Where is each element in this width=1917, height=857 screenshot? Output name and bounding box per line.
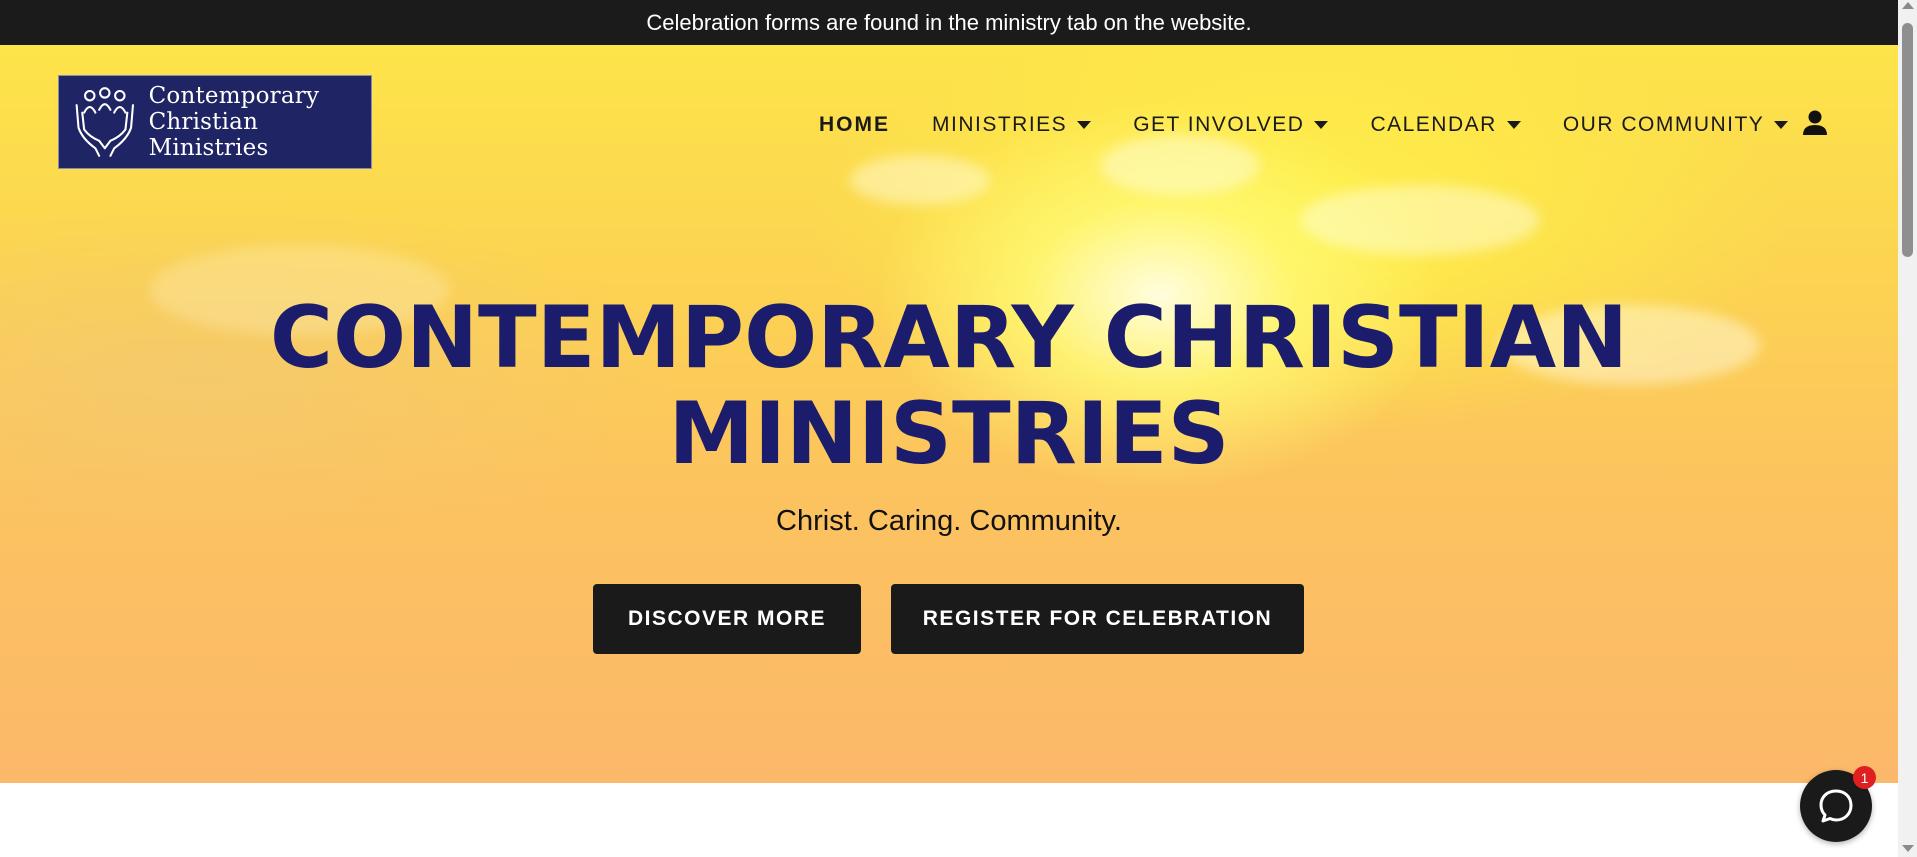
hero-cloud xyxy=(1100,135,1260,195)
hero-cloud xyxy=(850,155,990,205)
announcement-bar: Celebration forms are found in the minis… xyxy=(0,0,1898,45)
logo-text: Contemporary Christian Ministries xyxy=(149,83,371,161)
nav-item-calendar[interactable]: CALENDAR xyxy=(1370,113,1521,137)
nav-label: HOME xyxy=(819,113,890,136)
caret-down-icon xyxy=(1506,121,1521,129)
hero-title-line-1: CONTEMPORARY CHRISTIAN xyxy=(269,288,1629,388)
logo-line-1: Contemporary xyxy=(148,83,320,109)
chat-notification-badge: 1 xyxy=(1853,766,1876,789)
announcement-text: Celebration forms are found in the minis… xyxy=(646,9,1252,35)
hero-tagline: Christ. Caring. Community. xyxy=(776,505,1122,537)
nav-item-get-involved[interactable]: GET INVOLVED xyxy=(1133,113,1329,137)
scroll-down-arrow-icon[interactable] xyxy=(1902,845,1914,852)
site-logo[interactable]: Contemporary Christian Ministries xyxy=(58,75,372,169)
nav-item-our-community[interactable]: OUR COMMUNITY xyxy=(1563,113,1789,137)
scrollbar-thumb[interactable] xyxy=(1902,23,1913,257)
hero-cloud xyxy=(1300,185,1540,255)
nav-label: OUR COMMUNITY xyxy=(1562,113,1765,136)
nav-item-ministries[interactable]: MINISTRIES xyxy=(932,113,1092,137)
caret-down-icon xyxy=(1077,121,1092,129)
caret-down-icon xyxy=(1774,121,1789,129)
chat-bubble-icon xyxy=(1819,789,1853,823)
scroll-up-arrow-icon[interactable] xyxy=(1902,2,1914,9)
vertical-scrollbar[interactable] xyxy=(1898,0,1917,857)
discover-more-button[interactable]: DISCOVER MORE xyxy=(593,584,861,654)
content-section xyxy=(0,783,1898,857)
nav-item-home[interactable]: HOME xyxy=(819,113,890,137)
praying-hands-people-icon xyxy=(75,87,134,157)
logo-line-2: Christian Ministries xyxy=(148,109,269,161)
main-nav: HOME MINISTRIES GET INVOLVED CALENDAR OU… xyxy=(819,112,1830,138)
nav-label: GET INVOLVED xyxy=(1133,113,1305,136)
caret-down-icon xyxy=(1314,121,1329,129)
hero-title: CONTEMPORARY CHRISTIAN MINISTRIES xyxy=(0,290,1898,482)
nav-label: CALENDAR xyxy=(1370,113,1497,136)
account-button[interactable] xyxy=(1800,108,1830,138)
hero-title-line-2: MINISTRIES xyxy=(668,384,1230,484)
register-for-celebration-button[interactable]: REGISTER FOR CELEBRATION xyxy=(891,584,1304,654)
user-icon xyxy=(1803,110,1827,135)
nav-label: MINISTRIES xyxy=(932,113,1068,136)
